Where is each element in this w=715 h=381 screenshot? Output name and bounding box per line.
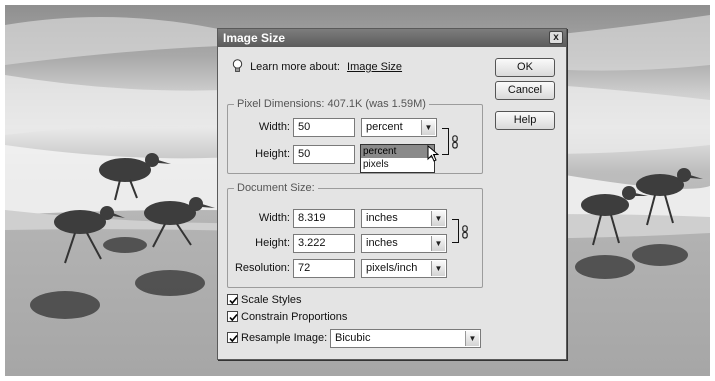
chevron-down-icon[interactable]: ▼ bbox=[431, 211, 445, 226]
pixel-width-unit-select[interactable]: percent ▼ bbox=[361, 118, 437, 137]
doc-width-label: Width: bbox=[258, 212, 290, 224]
doc-height-field[interactable]: 3.222 bbox=[293, 234, 355, 253]
constrain-proportions-label: Constrain Proportions bbox=[241, 311, 348, 323]
scale-styles-checkbox[interactable] bbox=[227, 294, 238, 305]
check-icon bbox=[229, 313, 238, 322]
resolution-unit-select[interactable]: pixels/inch ▼ bbox=[361, 259, 447, 278]
document-size-group: Document Size: Width: 8.319 inches ▼ Hei… bbox=[227, 182, 483, 288]
chevron-down-icon[interactable]: ▼ bbox=[431, 236, 445, 251]
cancel-button[interactable]: Cancel bbox=[495, 81, 555, 100]
pixel-dimensions-group: Pixel Dimensions: 407.1K (was 1.59M) Wid… bbox=[227, 98, 483, 174]
check-icon bbox=[229, 334, 238, 343]
close-button[interactable]: x bbox=[549, 31, 563, 44]
chain-link-icon bbox=[462, 225, 468, 239]
lightbulb-icon bbox=[232, 59, 243, 72]
resolution-field[interactable]: 72 bbox=[293, 259, 355, 278]
doc-height-unit-select[interactable]: inches ▼ bbox=[361, 234, 447, 253]
scale-styles-row[interactable]: Scale Styles bbox=[227, 294, 302, 306]
doc-height-label: Height: bbox=[255, 237, 290, 249]
pixel-dimensions-size: 407.1K (was 1.59M) bbox=[327, 98, 426, 110]
chain-link-icon bbox=[452, 135, 458, 149]
pixel-link-bracket bbox=[442, 128, 449, 155]
pixel-width-field[interactable]: 50 bbox=[293, 118, 355, 137]
constrain-proportions-row[interactable]: Constrain Proportions bbox=[227, 311, 347, 323]
scale-styles-label: Scale Styles bbox=[241, 294, 302, 306]
document-size-title: Document Size: bbox=[234, 182, 318, 194]
constrain-proportions-checkbox[interactable] bbox=[227, 311, 238, 322]
doc-width-field[interactable]: 8.319 bbox=[293, 209, 355, 228]
dropdown-option-pixels[interactable]: pixels bbox=[361, 158, 434, 171]
dialog-title: Image Size bbox=[223, 31, 286, 45]
pixel-height-label: Height: bbox=[255, 148, 290, 160]
dialog-titlebar[interactable]: Image Size x bbox=[218, 29, 566, 47]
chevron-down-icon[interactable]: ▼ bbox=[421, 120, 435, 135]
doc-link-bracket bbox=[452, 219, 459, 243]
pixel-height-field[interactable]: 50 bbox=[293, 145, 355, 164]
resample-image-label: Resample Image: bbox=[241, 332, 328, 344]
check-icon bbox=[229, 296, 238, 305]
doc-width-unit-select[interactable]: inches ▼ bbox=[361, 209, 447, 228]
pixel-dimensions-title: Pixel Dimensions: 407.1K (was 1.59M) bbox=[234, 98, 429, 110]
mouse-pointer-icon bbox=[427, 145, 439, 162]
learn-more-link[interactable]: Image Size bbox=[347, 61, 402, 73]
image-size-dialog: Image Size x Learn more about: Image Siz… bbox=[217, 28, 567, 360]
close-icon: x bbox=[553, 32, 559, 43]
learn-more-label: Learn more about: bbox=[250, 61, 340, 73]
resample-method-select[interactable]: Bicubic ▼ bbox=[330, 329, 481, 348]
unit-dropdown-list[interactable]: percent pixels bbox=[360, 144, 435, 173]
learn-more-row: Learn more about: Image Size bbox=[232, 59, 402, 73]
chevron-down-icon[interactable]: ▼ bbox=[465, 331, 479, 346]
help-button[interactable]: Help bbox=[495, 111, 555, 130]
resample-image-checkbox[interactable] bbox=[227, 332, 238, 343]
resolution-label: Resolution: bbox=[234, 262, 290, 274]
ok-button[interactable]: OK bbox=[495, 58, 555, 77]
dropdown-option-percent[interactable]: percent bbox=[361, 145, 434, 158]
resample-image-row[interactable]: Resample Image: bbox=[227, 332, 327, 344]
chevron-down-icon[interactable]: ▼ bbox=[431, 261, 445, 276]
pixel-width-label: Width: bbox=[258, 121, 290, 133]
